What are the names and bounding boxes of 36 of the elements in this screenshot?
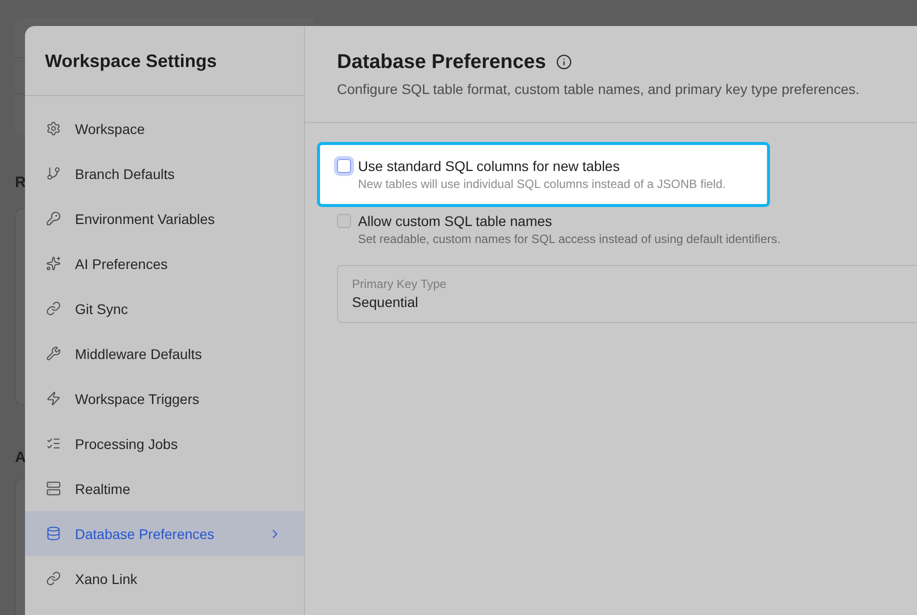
primary-key-select[interactable]: Primary Key Type Sequential [337, 265, 917, 323]
lightning-icon [46, 391, 61, 406]
option-description: Set readable, custom names for SQL access instead of using default identifiers. [358, 231, 780, 247]
sidebar-item[interactable]: Middleware Defaults [25, 331, 304, 376]
sidebar-item[interactable]: Workspace Triggers [25, 376, 304, 421]
checklist-icon [46, 436, 61, 451]
section-description: Configure SQL table format, custom table names, and primary key type preferences. [337, 80, 860, 99]
background-heading: A [15, 448, 26, 468]
sparkles-icon [46, 256, 61, 271]
link-icon [46, 571, 61, 586]
select-value: Sequential [352, 293, 420, 312]
background-heading: R [15, 173, 26, 193]
gear-icon [46, 121, 61, 136]
checkbox[interactable] [337, 159, 351, 173]
select-label: Primary Key Type [352, 276, 448, 292]
database-icon [46, 526, 61, 541]
sidebar-item[interactable]: Realtime [25, 466, 304, 511]
branch-icon [46, 166, 61, 181]
sidebar-item[interactable]: Environment Variables [25, 196, 304, 241]
server-icon [46, 481, 61, 496]
sidebar-item[interactable]: Branch Defaults [25, 151, 304, 196]
wrench-icon [46, 346, 61, 361]
sidebar-item[interactable]: Xano Link [25, 556, 304, 601]
option-label: Allow custom SQL table names [358, 212, 554, 231]
key-icon [46, 211, 61, 226]
info-icon[interactable] [556, 54, 572, 70]
option-description: New tables will use individual SQL columns instead of a JSONB field. [358, 176, 726, 192]
sidebar-title: Workspace Settings [45, 50, 217, 72]
sidebar-item[interactable]: Workspace [25, 106, 304, 151]
option-label: Use standard SQL columns for new tables [358, 157, 621, 176]
sidebar-item[interactable]: Processing Jobs [25, 421, 304, 466]
section-title: Database Preferences [337, 50, 546, 75]
sidebar-item[interactable]: Git Sync [25, 286, 304, 331]
sidebar-item[interactable]: AI Preferences [25, 241, 304, 286]
checkbox[interactable] [337, 214, 351, 228]
link-icon [46, 301, 61, 316]
